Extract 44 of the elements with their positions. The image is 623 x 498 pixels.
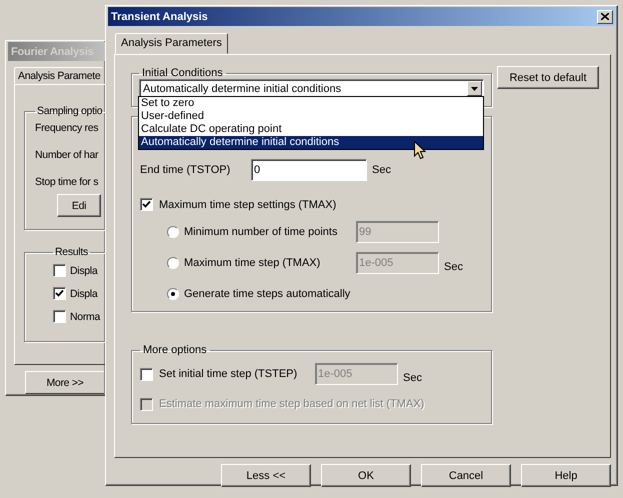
more-button[interactable]: More >>: [25, 371, 104, 394]
tab[interactable]: Analysis Parameters: [115, 33, 228, 54]
radio-label: Minimum number of time points: [184, 224, 338, 238]
dropdown-option[interactable]: Automatically determine initial conditions: [139, 136, 483, 149]
group-label: More options: [142, 344, 208, 357]
input-field[interactable]: 0: [251, 159, 367, 181]
group-label: Initial Conditions: [141, 67, 224, 80]
checkbox[interactable]: [140, 368, 153, 380]
window-title: Transient Analysis: [111, 10, 208, 22]
checkbox[interactable]: [140, 198, 153, 211]
field-label: Frequency res: [35, 121, 100, 136]
tab[interactable]: Analysis Paramete: [14, 67, 104, 84]
dialog-button[interactable]: Less <<: [221, 464, 311, 487]
checkbox-label: Displa: [70, 264, 98, 278]
checkbox[interactable]: [53, 287, 66, 300]
field-label: Stop time for s: [35, 175, 100, 190]
edit-button[interactable]: Edi: [57, 194, 101, 217]
group-label: Sampling optio: [36, 105, 104, 118]
reset-button[interactable]: Reset to default: [497, 66, 599, 89]
checkbox-label: Displa: [70, 286, 98, 300]
radio-button[interactable]: [167, 288, 179, 300]
checkbox-label: Norma: [70, 310, 100, 324]
checkbox-label: Estimate maximum time step based on net list (TMAX): [159, 397, 424, 411]
dialog-button[interactable]: Help: [521, 464, 611, 487]
dropdown-option[interactable]: Set to zero: [139, 97, 483, 110]
close-icon: [601, 13, 609, 20]
field-label: End time (TSTOP): [140, 163, 232, 177]
unit-label: Sec: [372, 163, 391, 177]
radio-label: Maximum time step (TMAX): [184, 256, 322, 270]
checkbox[interactable]: [53, 310, 66, 323]
checkbox-label: Set initial time step (TSTEP): [159, 367, 298, 381]
group-label: Results: [54, 246, 89, 259]
dropdown-option[interactable]: User-defined: [139, 110, 483, 123]
dialog-button[interactable]: Cancel: [421, 464, 511, 487]
checkbox[interactable]: [53, 264, 66, 277]
window-title: Fourier Analysis: [8, 42, 105, 61]
unit-label: Sec: [403, 371, 422, 385]
dialog-button[interactable]: OK: [321, 464, 411, 487]
dropdown-option[interactable]: Calculate DC operating point: [139, 123, 483, 136]
unit-label: Sec: [444, 260, 463, 274]
checkbox-label: Maximum time step settings (TMAX): [159, 198, 336, 212]
field-label: Number of har: [35, 148, 100, 163]
close-button[interactable]: [597, 10, 613, 24]
radio-label: Generate time steps automatically: [184, 286, 352, 300]
